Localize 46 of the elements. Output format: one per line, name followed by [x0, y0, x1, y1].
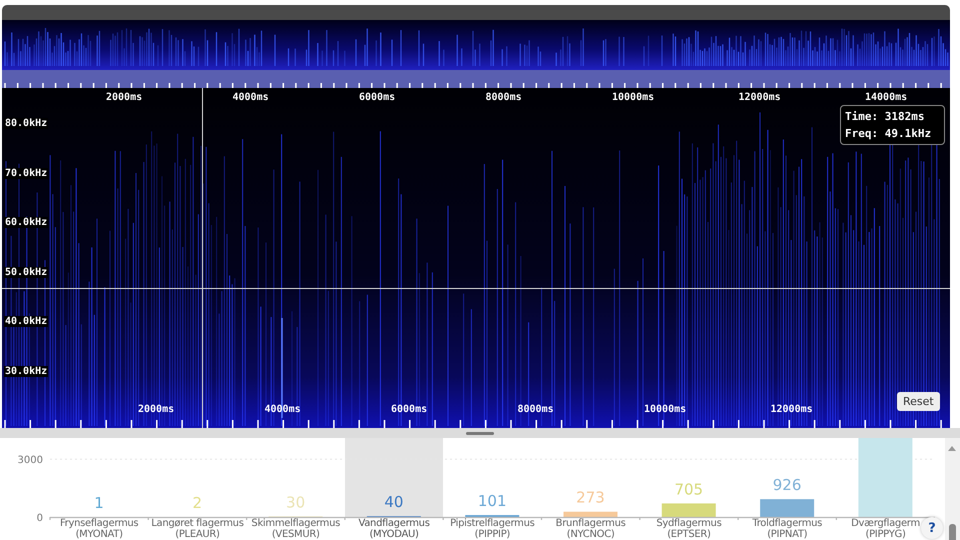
time-label: 8000ms	[518, 404, 554, 415]
frequency-label: 70.0kHz	[4, 168, 48, 179]
y-axis-label: 0	[36, 513, 43, 524]
help-button[interactable]: ?	[921, 517, 943, 539]
category-label: Sydflagermus (EPTSER)	[656, 519, 722, 540]
time-label: 4000ms	[264, 404, 301, 415]
time-label: 6000ms	[359, 92, 396, 103]
time-label: 10000ms	[612, 92, 654, 103]
category-label: Frynseflagermus (MYONAT)	[60, 519, 138, 540]
time-label: 12000ms	[738, 92, 781, 103]
drag-handle[interactable]	[466, 432, 494, 434]
value-label: 101	[478, 492, 507, 510]
time-reading: Time: 3182ms	[845, 110, 926, 123]
frequency-reading: Freq: 49.1kHz	[845, 127, 932, 140]
category-label: Pipistrelflagermus (PIPPIP)	[450, 519, 535, 540]
frequency-label: 30.0kHz	[4, 366, 48, 377]
scroll-up-icon[interactable]	[948, 446, 956, 451]
value-label: 30	[286, 493, 306, 512]
reset-button[interactable]: Reset	[897, 392, 940, 411]
category-label: Dværgflagerm (PIPPYG)	[851, 519, 920, 540]
value-label: 2	[192, 494, 202, 512]
time-label: 12000ms	[770, 404, 813, 415]
category-label: Brunflagermus (NYCNOC)	[556, 519, 626, 540]
value-label: 1	[94, 494, 104, 512]
scroll-thumb[interactable]	[949, 524, 956, 540]
value-label: 705	[674, 480, 704, 498]
time-label: 2000ms	[138, 404, 174, 415]
category-label: Skimmelflagermus (VESMUR)	[251, 519, 340, 540]
value-label: 273	[576, 488, 605, 507]
time-label: 8000ms	[486, 92, 522, 103]
time-label: 2000ms	[106, 92, 142, 103]
value-label: 926	[772, 476, 802, 494]
category-label: Langøret flagermus (PLEAUR)	[151, 519, 244, 540]
category-label: Troldflagermus (PIPNAT)	[752, 519, 822, 540]
frequency-label: 80.0kHz	[4, 118, 48, 129]
frequency-label: 50.0kHz	[4, 266, 48, 278]
value-label: 40	[384, 493, 404, 512]
y-axis-label: 3000	[18, 455, 43, 466]
time-label: 6000ms	[391, 404, 428, 415]
frequency-label: 60.0kHz	[4, 217, 48, 228]
time-label: 14000ms	[865, 92, 908, 103]
time-label: 4000ms	[232, 92, 269, 103]
scrollbar[interactable]	[945, 438, 960, 540]
time-label: 10000ms	[644, 404, 686, 415]
frequency-label: 40.0kHz	[4, 316, 48, 328]
category-label: Vandflagermus (MYODAU)	[358, 519, 430, 540]
